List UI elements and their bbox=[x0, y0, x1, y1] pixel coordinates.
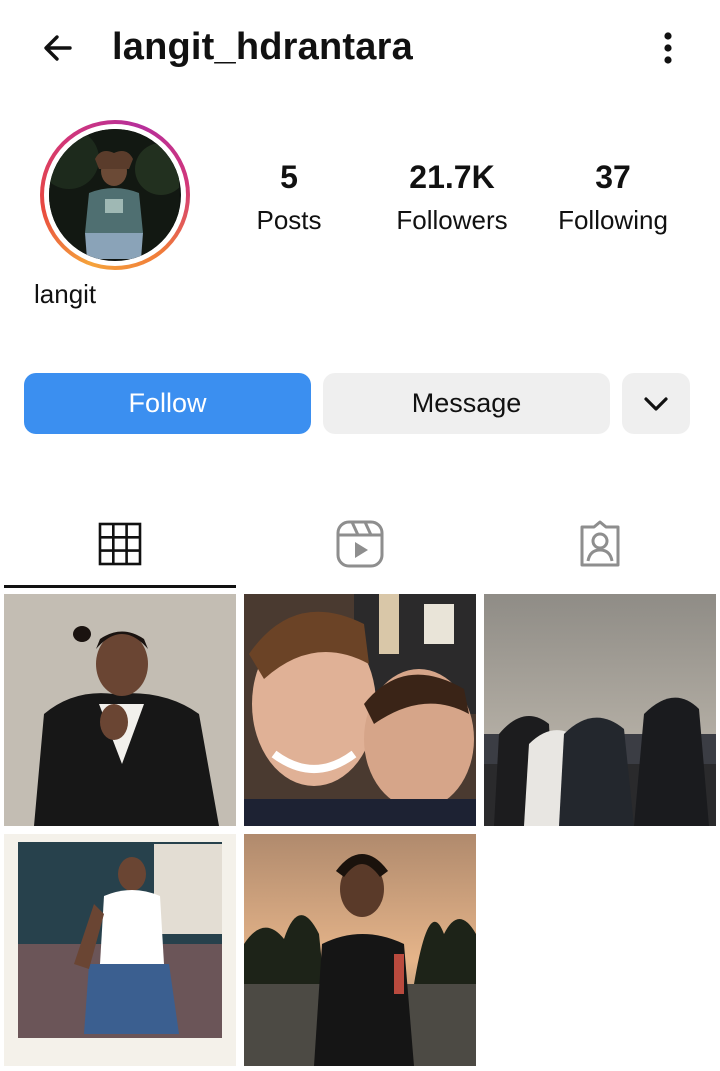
follow-button[interactable]: Follow bbox=[24, 373, 311, 434]
grid-icon bbox=[98, 522, 142, 566]
avatar[interactable] bbox=[49, 129, 181, 261]
post-image bbox=[484, 594, 716, 826]
post-thumbnail[interactable] bbox=[244, 834, 476, 1066]
arrow-left-icon bbox=[44, 35, 72, 61]
following-stat[interactable]: 37 Following bbox=[543, 158, 683, 236]
display-name: langit bbox=[34, 279, 97, 309]
post-thumbnail[interactable] bbox=[244, 594, 476, 826]
post-image bbox=[244, 834, 476, 1066]
avatar-photo bbox=[49, 129, 181, 259]
chevron-down-icon bbox=[644, 396, 668, 411]
posts-count: 5 bbox=[280, 159, 298, 195]
tab-reels[interactable] bbox=[244, 500, 476, 588]
post-image bbox=[4, 594, 236, 826]
tab-tagged[interactable] bbox=[484, 500, 716, 588]
profile-header: langit_hdrantara bbox=[0, 0, 720, 95]
post-thumbnail[interactable] bbox=[484, 594, 716, 826]
posts-stat[interactable]: 5 Posts bbox=[219, 158, 359, 236]
followers-stat[interactable]: 21.7K Followers bbox=[382, 158, 522, 236]
followers-count: 21.7K bbox=[409, 159, 495, 195]
tagged-user-icon bbox=[580, 520, 620, 567]
posts-label: Posts bbox=[256, 205, 322, 235]
story-ring[interactable] bbox=[40, 120, 190, 270]
post-thumbnail[interactable] bbox=[4, 834, 236, 1066]
following-label: Following bbox=[558, 205, 668, 235]
more-vertical-icon bbox=[664, 32, 672, 64]
following-count: 37 bbox=[595, 159, 631, 195]
page-title: langit_hdrantara bbox=[112, 26, 413, 68]
tab-posts[interactable] bbox=[4, 500, 236, 588]
message-button[interactable]: Message bbox=[323, 373, 610, 434]
reels-icon bbox=[336, 520, 384, 568]
post-image bbox=[244, 594, 476, 826]
selected-tab-indicator bbox=[4, 585, 236, 588]
post-thumbnail[interactable] bbox=[4, 594, 236, 826]
followers-label: Followers bbox=[396, 205, 508, 235]
back-button[interactable] bbox=[36, 26, 80, 70]
suggested-accounts-button[interactable] bbox=[622, 373, 690, 434]
post-image bbox=[4, 834, 236, 1066]
more-options-button[interactable] bbox=[648, 26, 688, 70]
